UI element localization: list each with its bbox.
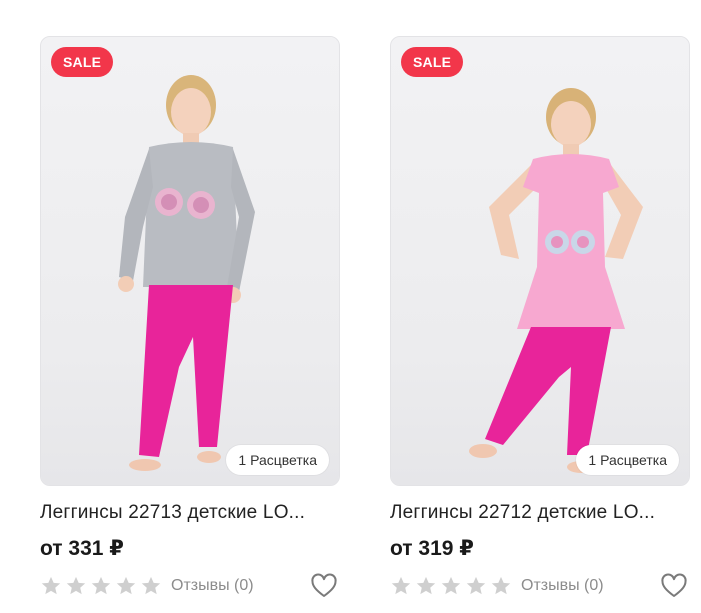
- star-icon: [66, 576, 86, 595]
- reviews-link[interactable]: Отзывы (0): [171, 577, 254, 595]
- star-icon: [41, 576, 61, 595]
- heart-outline-icon[interactable]: [310, 573, 338, 599]
- reviews-link[interactable]: Отзывы (0): [521, 577, 604, 595]
- child-model-photo: [118, 75, 255, 471]
- star-icon: [491, 576, 511, 595]
- product-title[interactable]: Леггинсы 22712 детские LO...: [390, 502, 690, 524]
- product-price: от 331 ₽: [40, 537, 124, 560]
- heart-outline-icon[interactable]: [660, 573, 688, 599]
- color-variants-badge[interactable]: 1 Расцветка: [576, 445, 679, 475]
- product-title[interactable]: Леггинсы 22713 детские LO...: [40, 502, 340, 524]
- sale-badge: SALE: [51, 47, 114, 77]
- product-card[interactable]: SALE 1 Расцветка Леггинсы 22713 детские …: [40, 36, 340, 599]
- sale-badge: SALE: [401, 47, 464, 77]
- star-icon: [91, 576, 111, 595]
- child-model-photo: [469, 88, 643, 473]
- rating-row: Отзывы (0): [40, 573, 340, 599]
- rating-row: Отзывы (0): [390, 573, 690, 599]
- star-icon: [441, 576, 461, 595]
- color-variants-badge[interactable]: 1 Расцветка: [226, 445, 329, 475]
- product-image[interactable]: SALE 1 Расцветка: [40, 36, 340, 486]
- product-card[interactable]: SALE 1 Расцветка Леггинсы 22712 детские …: [390, 36, 690, 599]
- star-icon: [416, 576, 436, 595]
- rating-stars: [40, 575, 162, 597]
- star-icon: [391, 576, 411, 595]
- star-icon: [466, 576, 486, 595]
- product-price: от 319 ₽: [390, 537, 474, 560]
- star-icon: [141, 576, 161, 595]
- rating-stars: [390, 575, 512, 597]
- product-image[interactable]: SALE 1 Расцветка: [390, 36, 690, 486]
- star-icon: [116, 576, 136, 595]
